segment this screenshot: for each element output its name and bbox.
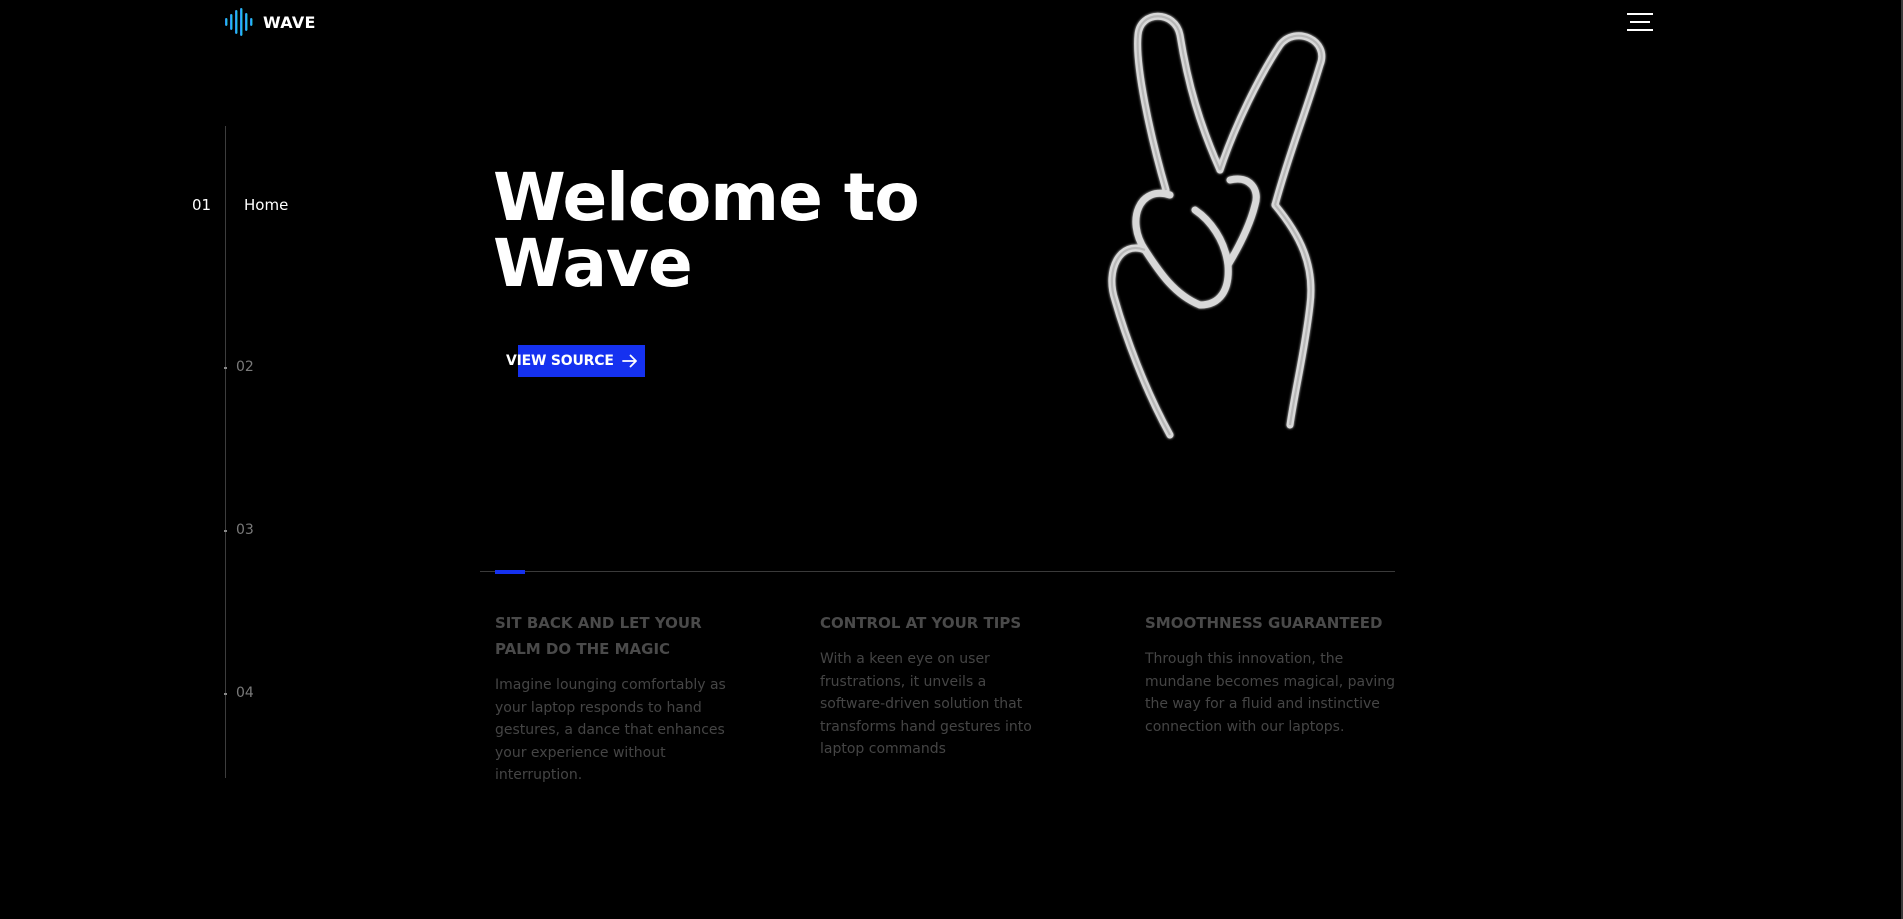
nav-item-01-number[interactable]: 01 <box>192 196 211 214</box>
feature-title: SIT BACK AND LET YOUR PALM DO THE MAGIC <box>495 614 702 658</box>
nav-item-04[interactable]: 04 <box>236 685 254 701</box>
features-divider <box>480 571 1395 572</box>
feature-text: Through this innovation, the mundane bec… <box>1145 651 1396 735</box>
nav-dot <box>224 693 227 695</box>
nav-dot <box>224 367 227 369</box>
hero-title: Welcome to Wave <box>493 165 1013 297</box>
arrow-right-icon <box>621 354 637 368</box>
feature-card: CONTROL AT YOUR TIPS With a keen eye on … <box>820 610 1055 761</box>
logo[interactable]: WAVE <box>224 8 316 36</box>
feature-card: SIT BACK AND LET YOUR PALM DO THE MAGIC … <box>495 610 740 787</box>
side-nav-line <box>225 126 226 778</box>
feature-title: SMOOTHNESS GUARANTEED <box>1145 614 1383 632</box>
view-source-label: VIEW SOURCE <box>506 353 614 369</box>
nav-dot <box>224 530 227 532</box>
hero-title-line2: Wave <box>493 225 693 302</box>
hamburger-menu-icon[interactable] <box>1627 11 1653 33</box>
peace-sign-hand-icon <box>1108 12 1326 439</box>
features-divider-indicator <box>495 570 525 574</box>
nav-item-03[interactable]: 03 <box>236 522 254 538</box>
page: WAVE 01 Home 02 03 04 Welcome to Wave VI… <box>0 0 1903 919</box>
feature-title: CONTROL AT YOUR TIPS <box>820 614 1022 632</box>
feature-text: Imagine lounging comfortably as your lap… <box>495 677 726 783</box>
feature-text: With a keen eye on user frustrations, it… <box>820 651 1032 757</box>
view-source-button[interactable]: VIEW SOURCE <box>506 345 645 377</box>
logo-text: WAVE <box>263 12 316 32</box>
feature-card: SMOOTHNESS GUARANTEED Through this innov… <box>1145 610 1400 738</box>
nav-item-02[interactable]: 02 <box>236 359 254 375</box>
sound-wave-icon <box>225 8 253 36</box>
nav-item-home-label[interactable]: Home <box>244 196 288 214</box>
